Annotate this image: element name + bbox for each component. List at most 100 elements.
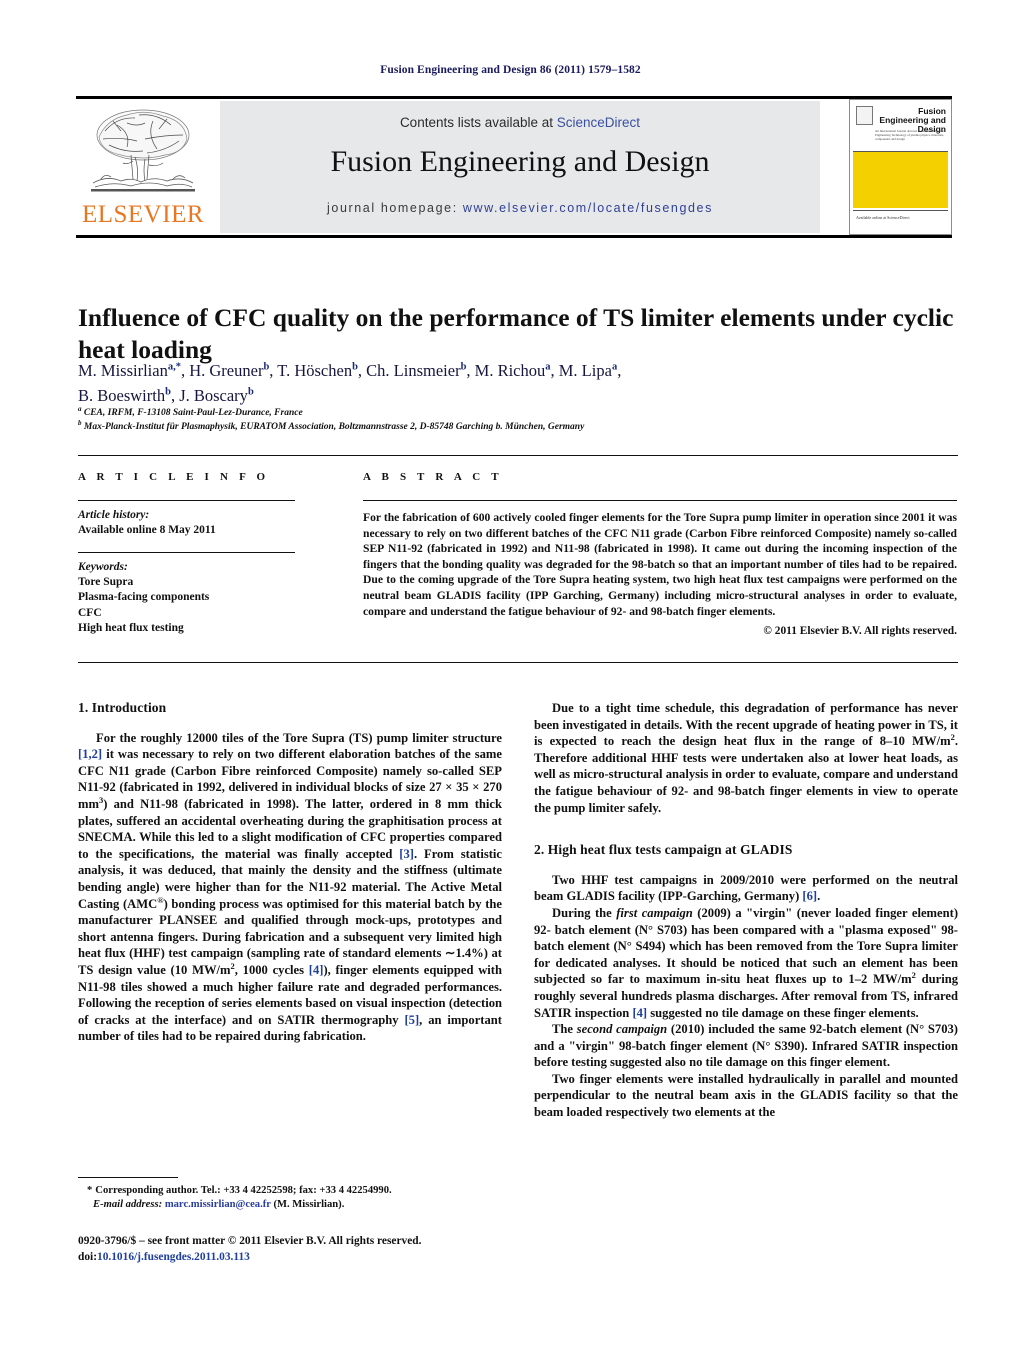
footnote-divider — [78, 1177, 178, 1178]
text-run: , 1000 cycles — [234, 962, 309, 977]
paragraph: The second campaign (2010) included the … — [534, 1021, 958, 1071]
author-sup: a — [611, 361, 618, 373]
abstract-text: For the fabrication of 600 actively cool… — [363, 511, 957, 618]
keyword-item: Tore Supra — [78, 575, 134, 588]
emphasis: second campaign — [576, 1022, 668, 1037]
abstract-column: For the fabrication of 600 actively cool… — [363, 500, 957, 637]
paper-page: Fusion Engineering and Design 86 (2011) … — [0, 0, 1021, 1351]
section-heading-introduction: 1. Introduction — [78, 700, 167, 715]
paragraph: During the first campaign (2009) a "virg… — [534, 905, 958, 1021]
keyword-item: CFC — [78, 606, 102, 619]
text-run: For the roughly 12000 tiles of the Tore … — [96, 730, 502, 745]
text-run: During the — [552, 905, 617, 920]
author-item: J. Boscaryb — [179, 386, 254, 405]
cover-subtitle: An International Journal devoted to the … — [875, 129, 946, 141]
author-sup: b — [165, 386, 171, 398]
text-run: The — [552, 1022, 577, 1037]
text-run: Due to a tight time schedule, this degra… — [534, 701, 958, 749]
body-column-left: 1. Introduction For the roughly 12000 ti… — [78, 700, 502, 1045]
info-divider — [78, 551, 295, 553]
info-top-divider — [78, 455, 958, 456]
author-item: T. Höschenb — [277, 361, 358, 380]
text-run: suggested no tile damage on these finger… — [647, 1005, 919, 1020]
author-sup: b — [460, 361, 467, 373]
journal-title: Fusion Engineering and Design — [330, 145, 710, 178]
abstract-divider — [363, 500, 957, 501]
cover-bottom-panel: Available online at ScienceDirect — [853, 210, 948, 231]
text-run: . — [817, 889, 821, 904]
keyword-item: Plasma-facing components — [78, 591, 210, 603]
author-sup: b — [263, 361, 270, 373]
homepage-prefix: journal homepage: — [327, 201, 463, 215]
affiliation-list: a CEA, IRFM, F-13108 Saint-Paul-Lez-Dura… — [78, 404, 958, 435]
journal-homepage-line: journal homepage: www.elsevier.com/locat… — [220, 201, 820, 215]
citation-ref[interactable]: [1,2] — [78, 747, 102, 761]
issn-line: 0920-3796/$ – see front matter © 2011 El… — [78, 1235, 422, 1247]
citation-ref[interactable]: [4] — [309, 963, 324, 977]
author-item: M. Lipaa — [558, 361, 618, 380]
citation-ref[interactable]: [3] — [399, 847, 414, 861]
affiliation-marker: b — [78, 418, 82, 427]
sciencedirect-link[interactable]: ScienceDirect — [557, 115, 640, 130]
email-owner: (M. Missirlian). — [273, 1199, 345, 1210]
article-info-column: Article history: Available online 8 May … — [78, 500, 318, 637]
author-item: H. Greunerb — [189, 361, 270, 380]
article-history-label: Article history: — [78, 509, 150, 521]
cover-yellow-block — [853, 152, 948, 208]
author-item: B. Boeswirthb — [78, 386, 171, 405]
paragraph: Due to a tight time schedule, this degra… — [534, 700, 958, 816]
doi-value[interactable]: 10.1016/j.fusengdes.2011.03.113 — [97, 1251, 250, 1263]
info-divider — [78, 500, 295, 501]
keyword-item: High heat flux testing — [78, 622, 184, 634]
affiliation-item: a CEA, IRFM, F-13108 Saint-Paul-Lez-Dura… — [78, 404, 958, 421]
email-link[interactable]: marc.missirlian@cea.fr — [165, 1199, 271, 1210]
journal-masthead: ELSEVIER Contents lists available at Sci… — [76, 96, 952, 238]
cover-top-panel: Fusion Engineering and Design An Interna… — [853, 103, 948, 152]
affiliation-text: Max-Planck-Institut für Plasmaphysik, EU… — [83, 421, 585, 432]
body-column-right: Due to a tight time schedule, this degra… — [534, 700, 958, 1121]
elsevier-badge-icon — [856, 106, 873, 125]
journal-homepage-link[interactable]: www.elsevier.com/locate/fusengdes — [463, 201, 713, 215]
paragraph: For the roughly 12000 tiles of the Tore … — [78, 730, 502, 1045]
affiliation-marker: a — [78, 404, 82, 413]
contents-list-line: Contents lists available at ScienceDirec… — [220, 115, 820, 130]
keywords-label: Keywords: — [78, 560, 128, 573]
contents-prefix: Contents lists available at — [399, 115, 557, 130]
page-title: Influence of CFC quality on the performa… — [78, 303, 954, 365]
elsevier-wordmark: ELSEVIER — [81, 201, 205, 228]
author-sup: a,* — [167, 361, 181, 373]
footnote-marker: * — [87, 1185, 93, 1196]
email-label: E-mail address: — [93, 1199, 163, 1210]
corresponding-author-text: Corresponding author. Tel.: +33 4 422525… — [95, 1185, 392, 1196]
sciencedirect-banner: Contents lists available at ScienceDirec… — [220, 101, 820, 233]
doi-label: doi: — [78, 1250, 97, 1263]
citation-ref[interactable]: [5] — [404, 1013, 419, 1027]
author-sup: a — [545, 361, 551, 373]
citation-ref[interactable]: [6] — [802, 889, 817, 903]
paragraph: Two HHF test campaigns in 2009/2010 were… — [534, 872, 958, 905]
text-run: Two HHF test campaigns in 2009/2010 were… — [534, 872, 958, 904]
article-info-heading: A R T I C L E I N F O — [78, 471, 270, 483]
corresponding-author-footnote: * Corresponding author. Tel.: +33 4 42252… — [78, 1184, 508, 1212]
emphasis: first campaign — [616, 905, 693, 920]
issn-copyright-block: 0920-3796/$ – see front matter © 2011 El… — [78, 1234, 538, 1265]
author-sup: b — [247, 386, 254, 398]
running-head: Fusion Engineering and Design 86 (2011) … — [380, 64, 641, 76]
abstract-copyright: © 2011 Elsevier B.V. All rights reserved… — [763, 625, 957, 638]
elsevier-tree-icon — [91, 109, 195, 192]
journal-cover-thumbnail: Fusion Engineering and Design An Interna… — [849, 99, 952, 235]
doi-line: doi:10.1016/j.fusengdes.2011.03.113 — [78, 1250, 538, 1266]
affiliation-item: b Max-Planck-Institut für Plasmaphysik, … — [78, 418, 958, 435]
citation-ref[interactable]: [4] — [632, 1006, 647, 1020]
author-item: M. Missirliana,* — [78, 361, 181, 380]
author-list: M. Missirliana,*, H. Greunerb, T. Hösche… — [78, 361, 622, 405]
affiliation-text: CEA, IRFM, F-13108 Saint-Paul-Lez-Duranc… — [83, 408, 303, 418]
author-item: Ch. Linsmeierb — [366, 361, 467, 380]
paragraph: Two finger elements were installed hydra… — [534, 1071, 958, 1120]
info-bottom-divider — [78, 662, 958, 663]
cover-bottom-text: Available online at ScienceDirect — [856, 215, 910, 220]
author-item: M. Richoua — [474, 361, 551, 380]
section-heading-hhf-tests: 2. High heat flux tests campaign at GLAD… — [534, 842, 793, 858]
author-sup: b — [352, 361, 358, 373]
